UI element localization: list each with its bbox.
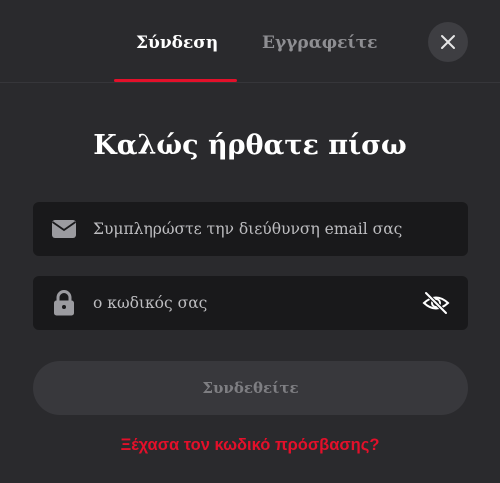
login-modal: Σύνδεση Εγγραφείτε Καλώς ήρθατε πίσω Συμ…: [0, 0, 500, 483]
active-tab-indicator: [114, 79, 237, 82]
forgot-password-link[interactable]: Ξέχασα τον κωδικό πρόσβασης?: [0, 433, 500, 457]
page-title: Καλώς ήρθατε πίσω: [93, 130, 407, 161]
password-input[interactable]: [93, 276, 413, 330]
email-field: [33, 202, 468, 256]
eye-off-icon: [422, 291, 450, 315]
tab-login[interactable]: Σύνδεση: [136, 31, 218, 55]
toggle-password-visibility-button[interactable]: [421, 290, 451, 316]
password-field: [33, 276, 468, 330]
envelope-icon: [51, 217, 77, 241]
close-button[interactable]: [428, 22, 468, 62]
auth-tabs: Σύνδεση Εγγραφείτε: [0, 0, 500, 83]
login-submit-button[interactable]: Συνδεθείτε: [33, 361, 468, 415]
email-input[interactable]: [93, 202, 453, 256]
lock-icon: [51, 290, 77, 316]
tab-register[interactable]: Εγγραφείτε: [262, 31, 378, 55]
close-icon: [441, 35, 455, 49]
